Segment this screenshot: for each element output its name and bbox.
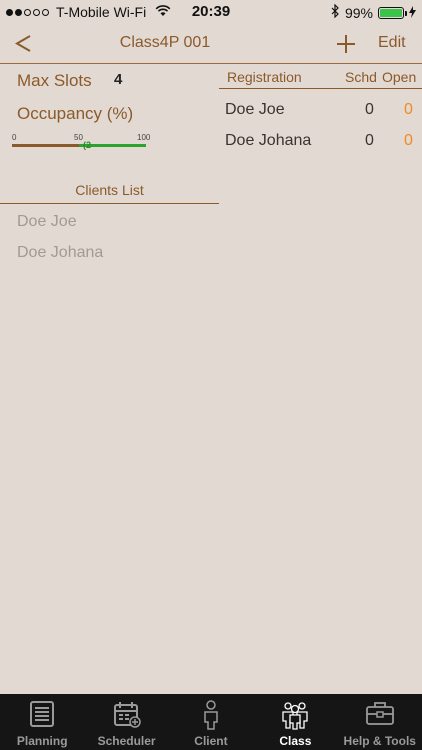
- bluetooth-icon: [331, 3, 340, 21]
- gauge-fill: [12, 144, 79, 147]
- registration-name: Doe Joe: [225, 101, 285, 118]
- battery-icon: [378, 6, 407, 19]
- registration-name: Doe Johana: [225, 132, 312, 149]
- gauge-marker: (2: [83, 140, 92, 150]
- client-icon: [169, 700, 253, 730]
- schd-column-header: Schd: [345, 69, 377, 85]
- navigation-bar: Class4P 001 Edit: [0, 24, 422, 64]
- client-list-item[interactable]: Doe Joe: [17, 213, 103, 244]
- back-button[interactable]: [12, 28, 38, 58]
- occupancy-label: Occupancy (%): [17, 104, 134, 123]
- edit-button[interactable]: Edit: [378, 34, 406, 52]
- tab-bar: Planning Scheduler Client Class Help & T…: [0, 694, 422, 750]
- add-button[interactable]: [334, 28, 358, 58]
- registration-schd: 0: [365, 101, 374, 118]
- clients-list: Doe Joe Doe Johana: [17, 213, 103, 275]
- tab-class[interactable]: Class: [253, 694, 337, 750]
- registration-open: 0: [404, 101, 413, 118]
- scheduler-icon: [84, 700, 168, 730]
- client-list-item[interactable]: Doe Johana: [17, 244, 103, 275]
- tab-label: Scheduler: [97, 734, 156, 748]
- occupancy-gauge: 0 50 100 (2: [12, 133, 151, 153]
- registration-header: Registration Schd Open: [219, 65, 422, 89]
- registration-row[interactable]: Doe Joe 0 0: [219, 101, 422, 132]
- toolbox-icon: [338, 700, 422, 730]
- gauge-tick-mid: 50: [74, 133, 83, 142]
- tab-label: Client: [194, 734, 228, 748]
- status-right: 99%: [331, 3, 416, 21]
- tab-scheduler[interactable]: Scheduler: [84, 694, 168, 750]
- tab-planning[interactable]: Planning: [0, 694, 84, 750]
- tab-label: Class: [279, 734, 312, 748]
- tab-label: Planning: [16, 734, 68, 748]
- registration-schd: 0: [365, 132, 374, 149]
- class-icon: [253, 700, 337, 730]
- max-slots-value: 4: [114, 71, 123, 88]
- charging-icon: [409, 5, 416, 21]
- registration-open: 0: [404, 132, 413, 149]
- tab-label: Help & Tools: [343, 734, 416, 748]
- planning-icon: [0, 700, 84, 730]
- page-title: Class4P 001: [119, 34, 211, 51]
- tab-help-tools[interactable]: Help & Tools: [338, 694, 422, 750]
- status-bar: T-Mobile Wi-Fi 20:39 99%: [0, 0, 422, 24]
- clients-list-header: Clients List: [0, 182, 219, 204]
- registration-row[interactable]: Doe Johana 0 0: [219, 132, 422, 163]
- gauge-tick-max: 100: [137, 133, 151, 142]
- chevron-left-icon: [14, 35, 31, 52]
- registration-column-header: Registration: [227, 69, 302, 85]
- tab-client[interactable]: Client: [169, 694, 253, 750]
- max-slots-label: Max Slots: [17, 71, 92, 90]
- gauge-tick-min: 0: [12, 133, 17, 142]
- battery-percent: 99%: [344, 4, 373, 21]
- open-column-header: Open: [382, 69, 417, 85]
- plus-icon: [337, 35, 355, 53]
